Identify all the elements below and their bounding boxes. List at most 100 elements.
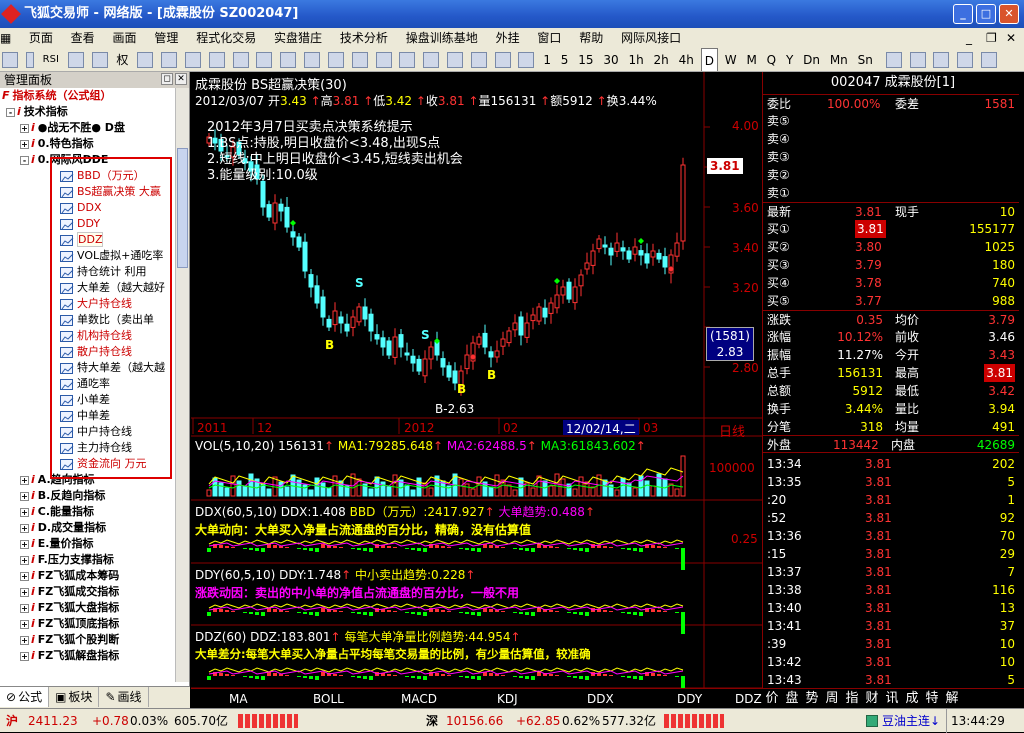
tree-item[interactable]: + i F.压力支撑指标 — [0, 552, 176, 568]
draw-bars-icon[interactable] — [957, 52, 974, 68]
maximize-button[interactable]: □ — [976, 4, 996, 24]
expand-icon[interactable]: + — [20, 635, 29, 645]
tree-item[interactable]: + i E.量价指标 — [0, 536, 176, 552]
tree-item[interactable]: + i FZ飞狐顶底指标 — [0, 616, 176, 632]
tree-item[interactable]: - i 技术指标 — [0, 104, 176, 120]
period-d[interactable]: D — [700, 48, 718, 71]
tree-item[interactable]: + i D.成交量指标 — [0, 520, 176, 536]
tab-ma[interactable]: MA — [229, 689, 248, 709]
tree-item[interactable]: + i FZ飞狐大盘指标 — [0, 600, 176, 616]
menu-item-page[interactable]: 页面 — [22, 28, 60, 48]
period-1[interactable]: 1 — [540, 48, 554, 71]
tab-ddx[interactable]: DDX — [587, 689, 614, 709]
tree-item[interactable]: + i C.能量指标 — [0, 504, 176, 520]
menu-item-plugin[interactable]: 外挂 — [489, 28, 527, 48]
tab-formula[interactable]: ⊘ 公式 — [0, 687, 50, 707]
tab-drawing[interactable]: ✎ 画线 — [99, 687, 149, 707]
zoom-icon[interactable] — [470, 52, 487, 68]
period-q[interactable]: Q — [764, 48, 779, 71]
period-1h[interactable]: 1h — [625, 48, 646, 71]
quote-tab[interactable]: 讯 — [882, 689, 902, 709]
expand-icon[interactable]: + — [20, 619, 29, 629]
panel-pin-icon[interactable]: ◻ — [161, 73, 173, 85]
table-icon[interactable] — [161, 52, 178, 68]
tree-item[interactable]: 资金流向 万元 — [0, 456, 176, 472]
grid-icon[interactable] — [137, 52, 154, 68]
expand-icon[interactable]: + — [20, 555, 29, 565]
line-icon[interactable] — [494, 52, 511, 68]
tab-block[interactable]: ▣ 板块 — [49, 687, 100, 707]
period-mn[interactable]: Mn — [827, 48, 851, 71]
tree-item[interactable]: 大户持仓线 — [0, 296, 176, 312]
tree-item[interactable]: + i B.反趋向指标 — [0, 488, 176, 504]
tree-item[interactable]: 主力持仓线 — [0, 440, 176, 456]
tree-item[interactable]: 持仓统计 利用 — [0, 264, 176, 280]
book-icon[interactable] — [232, 52, 249, 68]
mdi-restore-button[interactable]: ❐ — [984, 28, 999, 48]
expand-icon[interactable]: + — [20, 571, 29, 581]
layout-icon[interactable] — [351, 52, 368, 68]
expand-icon[interactable]: + — [20, 651, 29, 661]
close-button[interactable]: ✕ — [999, 4, 1019, 24]
tab-ddz[interactable]: DDZ — [735, 689, 762, 709]
panel-close-icon[interactable]: ✕ — [175, 73, 187, 85]
menu-item-tech-analysis[interactable]: 技术分析 — [333, 28, 395, 48]
tree-item[interactable]: 中单差 — [0, 408, 176, 424]
menu-item-wjf-interface[interactable]: 网际风接口 — [614, 28, 688, 48]
arrows-icon[interactable] — [67, 52, 84, 68]
tab-boll[interactable]: BOLL — [313, 689, 344, 709]
chart-area[interactable]: S S B B B 成霖股份 BS超赢决策(30) 2012/03/07 开3.43 ↑… — [191, 72, 762, 708]
expand-icon[interactable]: + — [20, 603, 29, 613]
tree-item[interactable]: + i FZ飞狐解盘指标 — [0, 648, 176, 664]
expand-icon[interactable]: + — [20, 491, 29, 501]
quote-tab[interactable]: 盘 — [782, 689, 802, 709]
period-y[interactable]: Y — [783, 48, 796, 71]
tab-kdj[interactable]: KDJ — [497, 689, 518, 709]
tree-item[interactable]: DDY — [0, 216, 176, 232]
scrollbar-thumb[interactable] — [177, 148, 188, 268]
menu-item-manage[interactable]: 管理 — [147, 28, 185, 48]
menu-item-live-hunting[interactable]: 实盘猎庄 — [267, 28, 329, 48]
tree-item[interactable]: + i 0.特色指标 — [0, 136, 176, 152]
sz-index[interactable]: 10156.66 — [446, 709, 503, 733]
menu-item-training[interactable]: 操盘训练基地 — [399, 28, 485, 48]
minimize-button[interactable]: _ — [953, 4, 973, 24]
tree-item[interactable]: + i FZ飞狐个股判断 — [0, 632, 176, 648]
mdi-minimize-button[interactable]: _ — [964, 28, 974, 48]
quote-tab[interactable]: 解 — [942, 689, 962, 709]
tree-item[interactable]: + i FZ飞狐成本筹码 — [0, 568, 176, 584]
tree-item[interactable]: 特大单差（越大越 — [0, 360, 176, 376]
tab-ddy[interactable]: DDY — [677, 689, 702, 709]
tree-item[interactable]: 小单差 — [0, 392, 176, 408]
split-icon[interactable] — [375, 52, 392, 68]
dropdown-icon[interactable] — [25, 52, 34, 68]
collapse-icon[interactable]: - — [20, 155, 29, 165]
expand-icon[interactable]: + — [20, 123, 29, 133]
kline-icon[interactable] — [518, 52, 535, 68]
menu-item-screen[interactable]: 画面 — [106, 28, 144, 48]
period-m[interactable]: M — [743, 48, 759, 71]
chart-icon[interactable] — [208, 52, 225, 68]
quote-tab[interactable]: 特 — [922, 689, 942, 709]
period-15[interactable]: 15 — [575, 48, 596, 71]
tree-item[interactable]: + i FZ飞狐成交指标 — [0, 584, 176, 600]
period-2h[interactable]: 2h — [651, 48, 672, 71]
expand-icon[interactable]: + — [20, 139, 29, 149]
rights-button[interactable]: 权 — [113, 48, 131, 71]
menu-item-program-trading[interactable]: 程式化交易 — [189, 28, 263, 48]
quote-tab[interactable]: 势 — [802, 689, 822, 709]
tree-item[interactable]: 通吃率 — [0, 376, 176, 392]
pen-icon[interactable] — [327, 52, 344, 68]
ticker-text[interactable]: 豆油主连↓ — [882, 709, 940, 733]
quote-tab[interactable]: 周 — [822, 689, 842, 709]
expand-icon[interactable]: + — [20, 523, 29, 533]
doc-icon[interactable] — [256, 52, 273, 68]
quote-tab[interactable]: 价 — [762, 689, 782, 709]
tree-item[interactable]: + i A.趋向指标 — [0, 472, 176, 488]
draw-tools-icon[interactable] — [933, 52, 950, 68]
tree-item[interactable]: VOL虚拟+通吃率 — [0, 248, 176, 264]
app-menu-icon[interactable]: ▦ — [0, 28, 18, 48]
tree-item[interactable]: - i 0.网际风DDE — [0, 152, 176, 168]
tree-item[interactable]: 中户持仓线 — [0, 424, 176, 440]
collapse-icon[interactable]: - — [6, 107, 15, 117]
